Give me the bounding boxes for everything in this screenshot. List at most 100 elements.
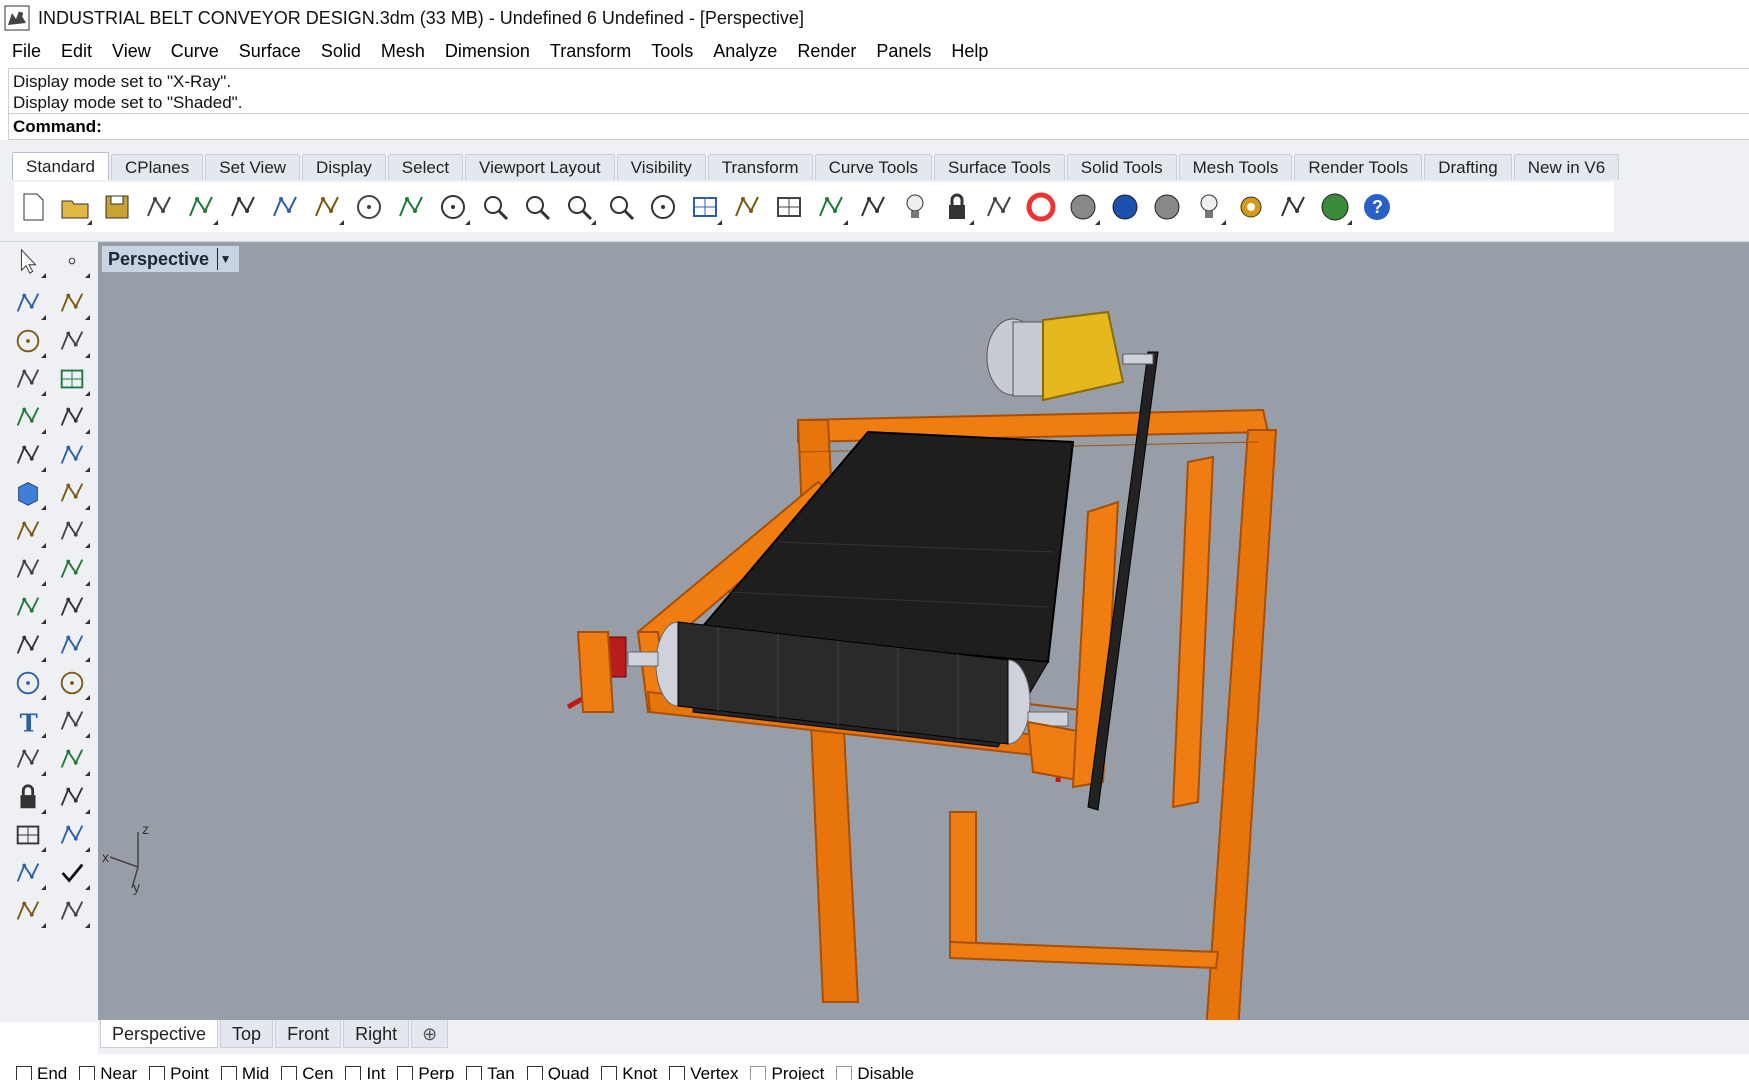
checkbox[interactable] <box>466 1066 483 1080</box>
copy-icon[interactable] <box>266 187 304 227</box>
checkbox[interactable] <box>750 1066 767 1080</box>
checkbox[interactable] <box>669 1066 686 1080</box>
ellipse-icon[interactable] <box>52 322 92 360</box>
tab-visibility[interactable]: Visibility <box>616 154 706 180</box>
add-viewport-button[interactable]: ⊕ <box>411 1020 449 1048</box>
menu-solid[interactable]: Solid <box>311 36 371 66</box>
scale-icon[interactable] <box>52 702 92 740</box>
align-icon[interactable] <box>52 816 92 854</box>
menu-analyze[interactable]: Analyze <box>703 36 787 66</box>
checkbox[interactable] <box>79 1066 96 1080</box>
menu-panels[interactable]: Panels <box>866 36 941 66</box>
rotate-icon[interactable] <box>8 664 48 702</box>
undo-icon[interactable] <box>350 187 388 227</box>
array-grid-icon[interactable] <box>8 816 48 854</box>
tab-standard[interactable]: Standard <box>12 152 109 180</box>
osnap-disable[interactable]: Disable <box>836 1054 914 1080</box>
checkbox[interactable] <box>220 1066 237 1080</box>
cut-icon[interactable] <box>224 187 262 227</box>
import-icon[interactable] <box>182 187 220 227</box>
color-wheel-icon[interactable] <box>1022 187 1060 227</box>
viewport-title[interactable]: Perspective ▼ <box>102 246 240 272</box>
menu-view[interactable]: View <box>102 36 161 66</box>
osnap-vertex[interactable]: Vertex <box>669 1054 738 1080</box>
surface-network-icon[interactable] <box>52 512 92 550</box>
tab-new-in-v6[interactable]: New in V6 <box>1513 154 1620 180</box>
tab-render-tools[interactable]: Render Tools <box>1294 154 1423 180</box>
osnap-mid[interactable]: Mid <box>220 1054 269 1080</box>
tab-transform[interactable]: Transform <box>707 154 813 180</box>
box-solid-icon[interactable] <box>8 474 48 512</box>
osnap-perp[interactable]: Perp <box>397 1054 454 1080</box>
menu-transform[interactable]: Transform <box>540 36 641 66</box>
rotate-3d-icon[interactable] <box>52 664 92 702</box>
zoom-icon[interactable] <box>476 187 514 227</box>
checkbox[interactable] <box>281 1066 298 1080</box>
tab-select[interactable]: Select <box>387 154 464 180</box>
view-tab-perspective[interactable]: Perspective <box>100 1020 219 1048</box>
cplane-icon[interactable] <box>812 187 850 227</box>
rectangle-icon[interactable] <box>52 360 92 398</box>
paste-icon[interactable] <box>308 187 346 227</box>
menu-render[interactable]: Render <box>787 36 866 66</box>
surface-corner-icon[interactable] <box>8 436 48 474</box>
pan-hand-icon[interactable] <box>392 187 430 227</box>
osnap-knot[interactable]: Knot <box>601 1054 657 1080</box>
command-history[interactable]: Display mode set to "X-Ray". Display mod… <box>8 68 1749 114</box>
chevron-down-icon[interactable]: ▼ <box>217 248 233 270</box>
osnap-int[interactable]: Int <box>345 1054 385 1080</box>
view-tab-front[interactable]: Front <box>275 1020 342 1048</box>
material-sphere-icon[interactable] <box>1148 187 1186 227</box>
revolve-icon[interactable] <box>52 436 92 474</box>
lights-icon[interactable] <box>896 187 934 227</box>
view-tab-top[interactable]: Top <box>220 1020 274 1048</box>
command-input[interactable] <box>105 116 1749 137</box>
tab-mesh-tools[interactable]: Mesh Tools <box>1178 154 1293 180</box>
checkbox[interactable] <box>601 1066 618 1080</box>
polygon-icon[interactable] <box>8 398 48 436</box>
tab-curve-tools[interactable]: Curve Tools <box>814 154 933 180</box>
named-views-car-icon[interactable] <box>728 187 766 227</box>
select-arrow-icon[interactable] <box>8 242 48 280</box>
spotlight-icon[interactable] <box>1190 187 1228 227</box>
polyline-icon[interactable] <box>8 284 48 322</box>
print-icon[interactable] <box>140 187 178 227</box>
explode-icon[interactable] <box>8 550 48 588</box>
checkbox[interactable] <box>345 1066 362 1080</box>
render-sphere-icon[interactable] <box>1106 187 1144 227</box>
checkbox[interactable] <box>397 1066 414 1080</box>
mirror-icon[interactable] <box>52 740 92 778</box>
open-file-icon[interactable] <box>56 187 94 227</box>
group-icon[interactable] <box>8 626 48 664</box>
rotate-view-icon[interactable] <box>434 187 472 227</box>
tab-solid-tools[interactable]: Solid Tools <box>1066 154 1177 180</box>
fillet-curve-icon[interactable] <box>52 398 92 436</box>
join-icon[interactable] <box>52 588 92 626</box>
menu-edit[interactable]: Edit <box>51 36 102 66</box>
checkbox[interactable] <box>836 1066 853 1080</box>
text-icon[interactable]: T <box>8 702 48 740</box>
point-icon[interactable] <box>52 242 92 280</box>
object-snap-icon[interactable] <box>854 187 892 227</box>
perspective-viewport[interactable]: z x y Perspective ▼ <box>98 242 1749 1020</box>
menu-tools[interactable]: Tools <box>641 36 703 66</box>
check-icon[interactable] <box>52 854 92 892</box>
shaded-sphere-icon[interactable] <box>1064 187 1102 227</box>
ungroup-icon[interactable] <box>52 626 92 664</box>
menu-surface[interactable]: Surface <box>229 36 311 66</box>
block-icon[interactable] <box>8 778 48 816</box>
tab-viewport-layout[interactable]: Viewport Layout <box>465 154 615 180</box>
tab-set-view[interactable]: Set View <box>205 154 301 180</box>
dimension-icon[interactable] <box>1274 187 1312 227</box>
boolean-union-icon[interactable] <box>52 474 92 512</box>
tab-display[interactable]: Display <box>302 154 386 180</box>
help-icon[interactable]: ? <box>1358 187 1396 227</box>
menu-file[interactable]: File <box>2 36 51 66</box>
menu-mesh[interactable]: Mesh <box>371 36 435 66</box>
tab-cplanes[interactable]: CPlanes <box>111 154 204 180</box>
zoom-window-icon[interactable] <box>518 187 556 227</box>
split-icon[interactable] <box>8 588 48 626</box>
osnap-point[interactable]: Point <box>149 1054 209 1080</box>
osnap-end[interactable]: End <box>16 1054 67 1080</box>
menu-curve[interactable]: Curve <box>161 36 229 66</box>
